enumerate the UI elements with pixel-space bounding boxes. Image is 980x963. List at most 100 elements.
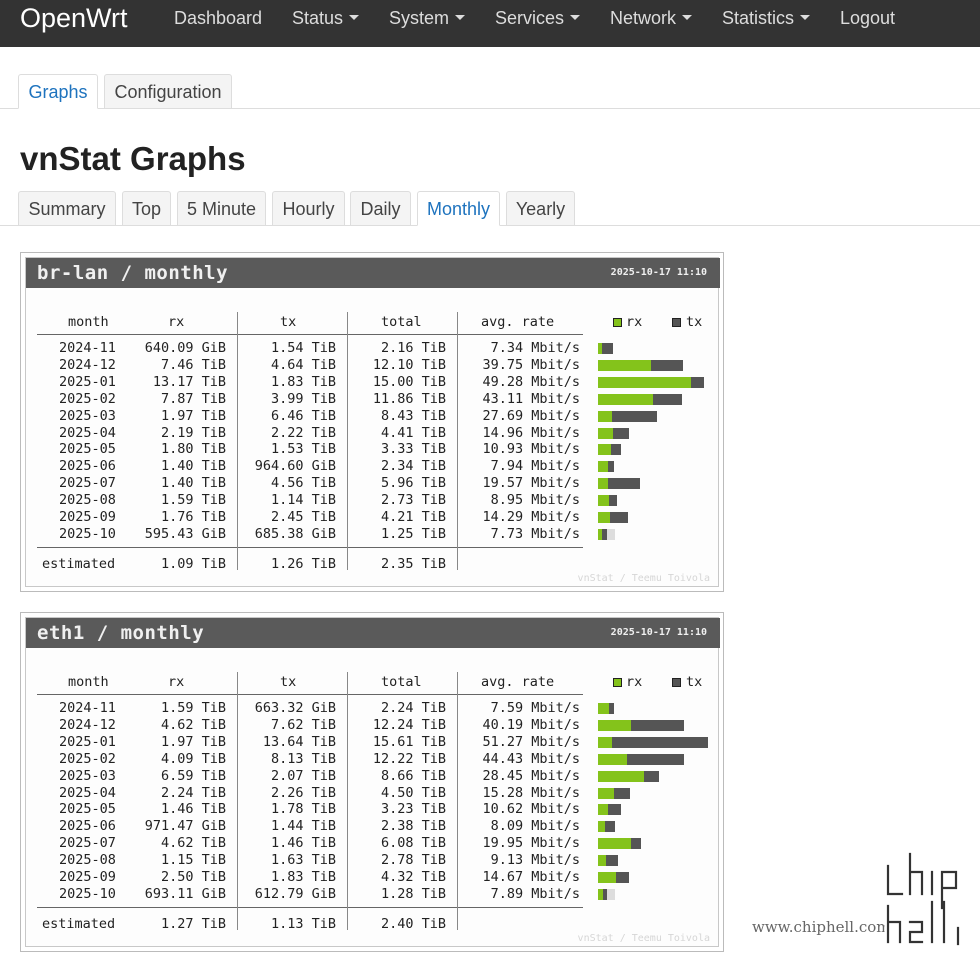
nav-services-label: Services xyxy=(495,8,565,28)
estimated-rx: 1.09 TiB xyxy=(160,556,226,572)
column-header-rx: rx xyxy=(168,674,185,690)
subtab-daily[interactable]: Daily xyxy=(350,191,411,226)
bar-tx xyxy=(650,359,684,371)
nav-services[interactable]: Services xyxy=(495,8,581,29)
top-navbar: OpenWrt Dashboard Status System Services Net… xyxy=(0,0,980,47)
nav-status[interactable]: Status xyxy=(292,8,360,29)
row-total: 2.16 TiB xyxy=(380,340,446,356)
legend-tx-label: tx xyxy=(686,674,703,690)
row-total: 1.25 TiB xyxy=(380,525,446,542)
bar-tx xyxy=(602,888,607,900)
bar-tx xyxy=(653,393,682,405)
bar-tx xyxy=(626,753,685,765)
row-total: 2.73 TiB xyxy=(380,492,446,509)
tab-configuration[interactable]: Configuration xyxy=(104,74,232,109)
caret-down-icon xyxy=(800,14,811,20)
graph-timestamp: 2025-10-17 11:10 xyxy=(610,267,707,278)
bar-tx xyxy=(630,838,641,850)
vnstat-graph-panel: br-lan / monthly 2025-10-17 11:10 month rx t… xyxy=(20,252,724,592)
row-month: 2025-05 xyxy=(59,441,116,458)
graph-timestamp: 2025-10-17 11:10 xyxy=(610,627,707,638)
row-total: 6.08 TiB xyxy=(380,835,446,852)
bar-tx xyxy=(606,855,618,867)
row-total: 1.28 TiB xyxy=(380,885,446,902)
row-month: 2025-09 xyxy=(59,869,116,885)
row-tx: 964.60 GiB xyxy=(254,458,336,475)
row-rx: 2.19 TiB xyxy=(160,424,226,441)
row-total: 2.38 TiB xyxy=(380,818,446,835)
bar-rx xyxy=(598,376,691,388)
bar-rx xyxy=(598,855,607,867)
column-divider xyxy=(347,312,348,570)
row-total: 2.34 TiB xyxy=(380,458,446,475)
legend-tx-swatch xyxy=(672,678,681,687)
row-tx: 663.32 GiB xyxy=(254,700,336,716)
nav-dashboard[interactable]: Dashboard xyxy=(174,8,262,29)
row-total: 4.41 TiB xyxy=(380,424,446,441)
row-rate: 7.59 Mbit/s xyxy=(490,700,580,716)
row-tx: 612.79 GiB xyxy=(254,885,336,902)
row-total: 2.78 TiB xyxy=(380,852,446,869)
subtab-monthly[interactable]: Monthly xyxy=(417,191,500,226)
subtab-summary[interactable]: Summary xyxy=(18,191,116,226)
row-rate: 14.29 Mbit/s xyxy=(482,509,580,525)
graph-header: eth1 / monthly 2025-10-17 11:10 xyxy=(26,618,720,648)
row-rx: 2.24 TiB xyxy=(160,784,226,801)
subtab-yearly[interactable]: Yearly xyxy=(506,191,575,226)
nav-logout[interactable]: Logout xyxy=(840,8,895,29)
row-month: 2025-10 xyxy=(59,525,116,542)
row-tx: 1.83 TiB xyxy=(270,373,336,390)
bar-tx xyxy=(602,343,614,354)
tab-graphs[interactable]: Graphs xyxy=(18,74,98,109)
graph-title: eth1 / monthly xyxy=(37,622,205,644)
row-month: 2024-12 xyxy=(59,356,116,373)
header-divider xyxy=(37,334,583,335)
caret-down-icon xyxy=(455,14,466,20)
nav-dashboard-label: Dashboard xyxy=(174,8,263,28)
legend-rx-label: rx xyxy=(626,674,643,690)
row-rate: 39.75 Mbit/s xyxy=(482,356,580,373)
row-tx: 7.62 TiB xyxy=(270,716,336,733)
vnstat-graph-panel: eth1 / monthly 2025-10-17 11:10 month rx tx t… xyxy=(20,612,724,952)
row-rate: 27.69 Mbit/s xyxy=(482,407,580,424)
nav-statistics[interactable]: Statistics xyxy=(722,8,811,29)
estimated-divider xyxy=(37,907,583,908)
header-divider xyxy=(37,694,583,695)
bar-tx xyxy=(607,461,615,473)
row-total: 5.96 TiB xyxy=(380,475,446,492)
row-total: 12.24 TiB xyxy=(372,716,446,733)
subtab-top[interactable]: Top xyxy=(122,191,171,226)
estimated-label: estimated xyxy=(42,916,116,932)
nav-network[interactable]: Network xyxy=(610,8,693,29)
view-tabbar: Summary Top 5 Minute Hourly Daily Monthly Year… xyxy=(0,191,980,226)
row-rx: 2.50 TiB xyxy=(160,869,226,885)
graph-canvas: eth1 / monthly 2025-10-17 11:10 month rx tx t… xyxy=(25,617,720,947)
row-month: 2024-11 xyxy=(59,700,116,716)
row-rate: 14.67 Mbit/s xyxy=(482,869,580,885)
row-tx: 3.99 TiB xyxy=(270,390,336,407)
row-rate: 7.34 Mbit/s xyxy=(490,340,580,356)
row-rx: 1.40 TiB xyxy=(160,475,226,492)
subtab-hourly[interactable]: Hourly xyxy=(272,191,345,226)
subtab-5-minute[interactable]: 5 Minute xyxy=(177,191,266,226)
legend-tx-swatch xyxy=(672,318,681,327)
row-month: 2025-07 xyxy=(59,835,116,852)
row-rate: 19.95 Mbit/s xyxy=(482,835,580,852)
row-total: 8.66 TiB xyxy=(380,767,446,784)
nav-system[interactable]: System xyxy=(389,8,466,29)
tab-label: Configuration xyxy=(114,82,222,102)
row-rate: 9.13 Mbit/s xyxy=(490,852,580,869)
bar-rx xyxy=(598,872,616,883)
row-month: 2025-10 xyxy=(59,885,116,902)
graph-canvas: br-lan / monthly 2025-10-17 11:10 month rx t… xyxy=(25,257,720,587)
row-month: 2025-06 xyxy=(59,458,116,475)
column-header-tx: tx xyxy=(280,674,297,690)
estimated-tx: 1.26 TiB xyxy=(270,556,336,572)
bar-rx xyxy=(598,478,608,490)
row-rate: 7.94 Mbit/s xyxy=(490,458,580,475)
column-divider xyxy=(237,312,238,570)
tab-label: Monthly xyxy=(426,199,491,219)
row-tx: 13.64 TiB xyxy=(262,733,336,750)
row-month: 2025-03 xyxy=(59,767,116,784)
brand-logo[interactable]: OpenWrt xyxy=(20,3,128,34)
